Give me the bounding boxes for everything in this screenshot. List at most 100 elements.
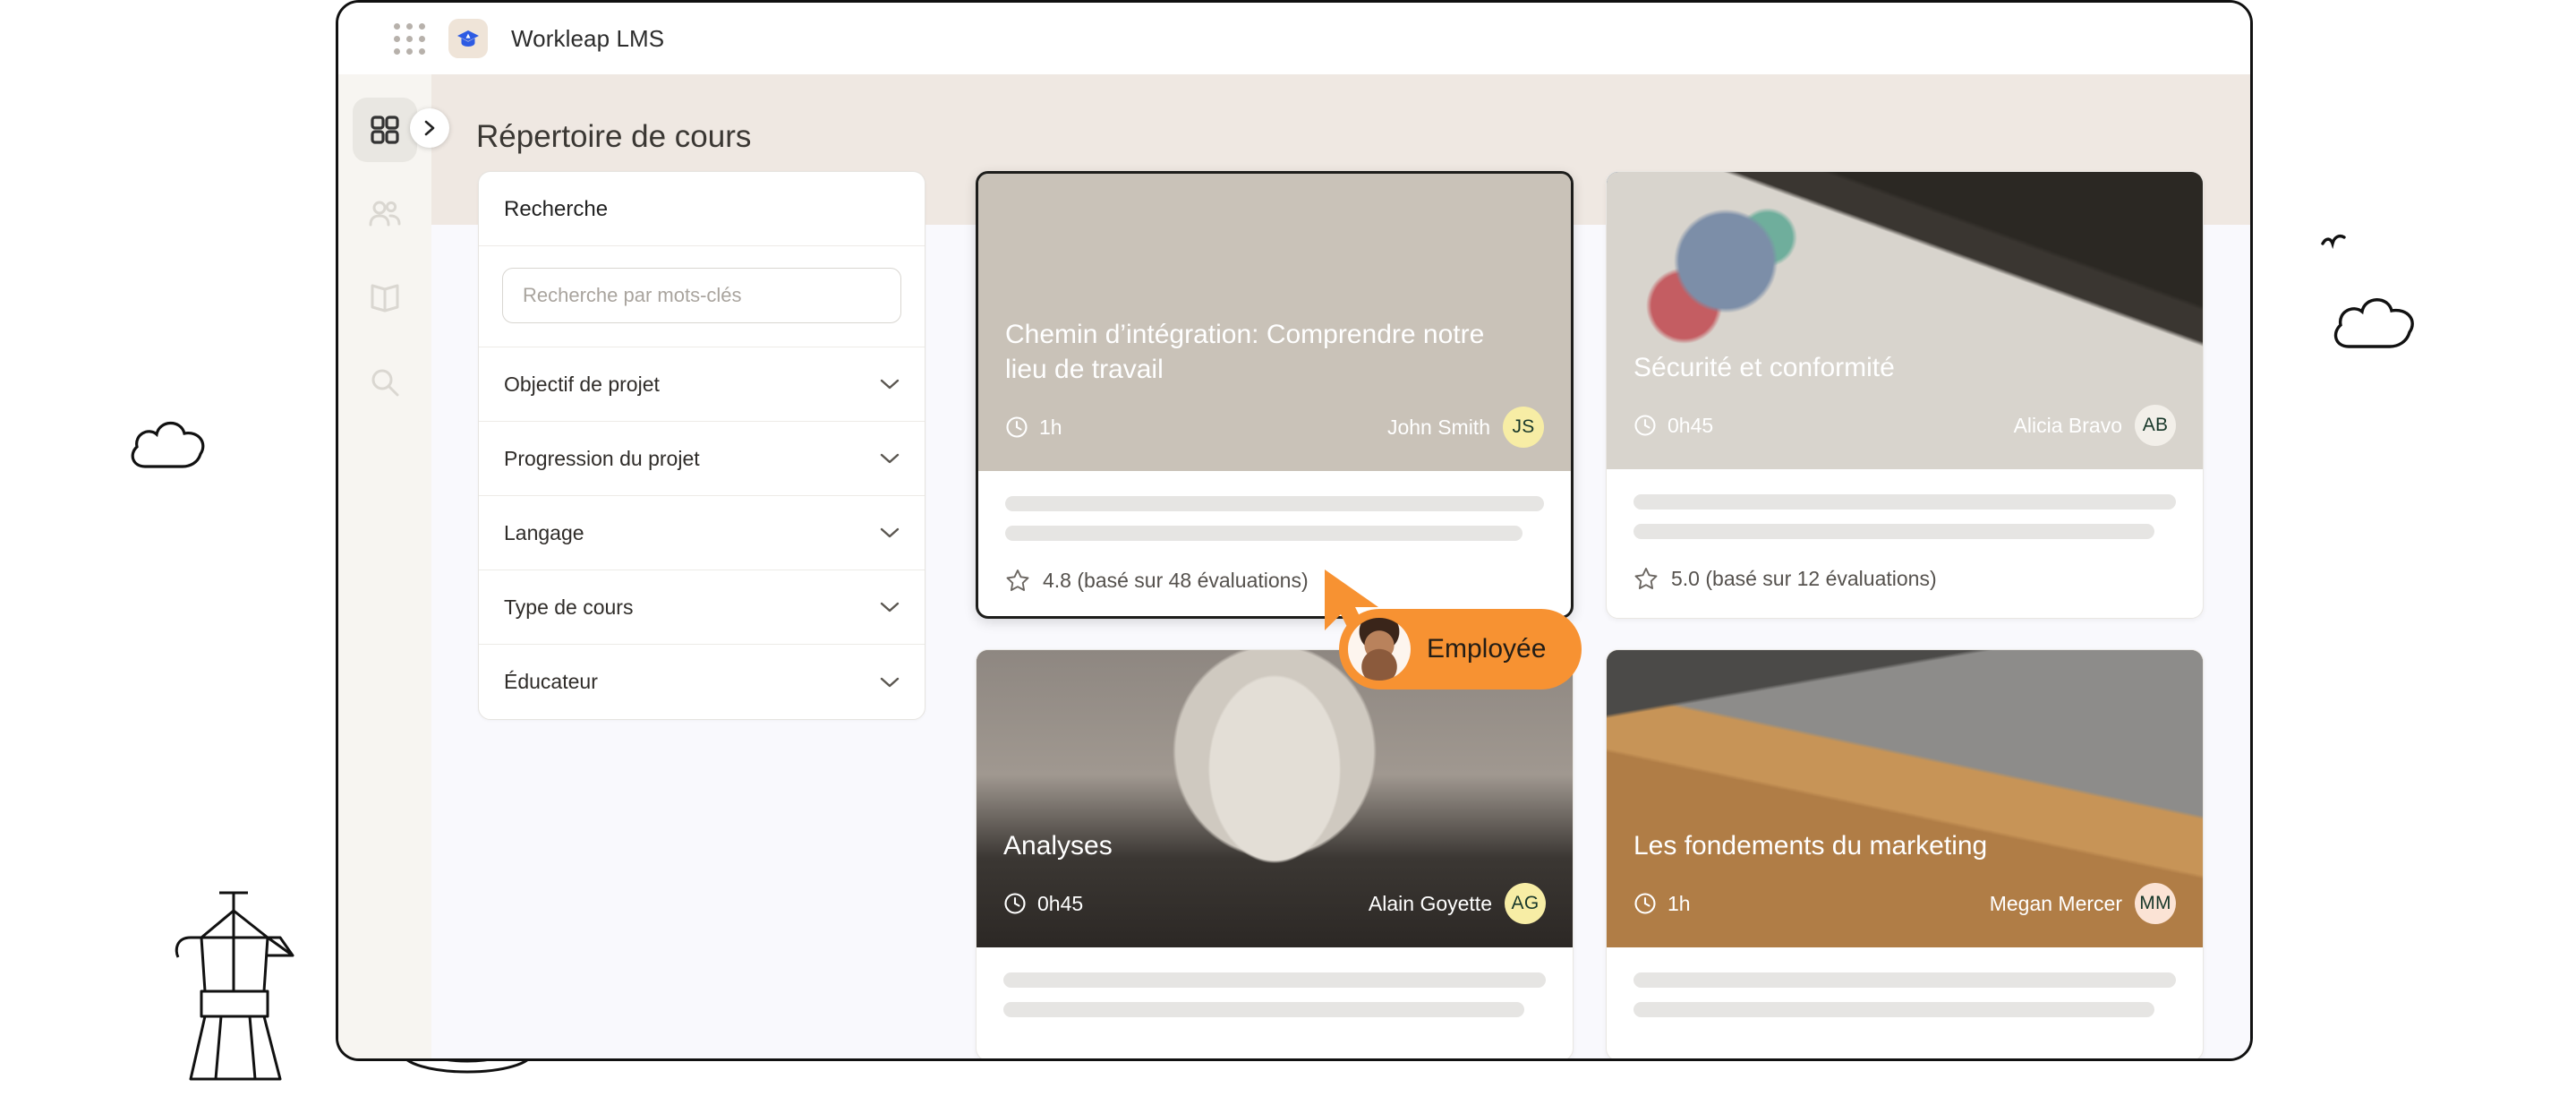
card-media: Les fondements du marketing 1h Megan Mer… xyxy=(1607,650,2203,947)
browser-window: Workleap LMS Répertoire de cours Recherc… xyxy=(336,0,2253,1061)
card-media: Analyses 0h45 Alain Goyette AG xyxy=(977,650,1573,947)
cloud-doodle-left xyxy=(131,421,205,468)
person-photo-avatar xyxy=(1348,618,1411,681)
course-author-name: John Smith xyxy=(1386,415,1490,439)
skeleton-line xyxy=(1633,494,2176,510)
apps-grid-icon[interactable] xyxy=(394,22,425,55)
grid-icon xyxy=(371,116,399,144)
course-title: Chemin d’intégration: Comprendre notre l… xyxy=(1005,320,1485,384)
clock-icon xyxy=(1006,416,1028,438)
course-card[interactable]: Les fondements du marketing 1h Megan Mer… xyxy=(1606,649,2204,1058)
graduation-cap-icon xyxy=(448,19,488,58)
skeleton-line xyxy=(1003,1002,1524,1017)
course-author-name: Alicia Bravo xyxy=(2013,413,2122,437)
course-author: Alicia Bravo AB xyxy=(2014,405,2176,446)
card-meta-row: 1h John Smith JS xyxy=(1005,407,1544,448)
clock-icon xyxy=(1634,415,1656,436)
sidebar-item-search[interactable] xyxy=(353,350,417,415)
filter-panel-title: Recherche xyxy=(479,172,925,246)
cloud-doodle-right xyxy=(2333,298,2414,348)
employee-badge-label: Employée xyxy=(1427,634,1547,664)
course-author-name: Megan Mercer xyxy=(1989,891,2122,915)
filter-label: Type de cours xyxy=(504,595,634,619)
graduation-cap-glyph xyxy=(457,30,479,47)
course-duration-label: 0h45 xyxy=(1037,891,1084,915)
filter-row-type-de-cours[interactable]: Type de cours xyxy=(479,570,925,645)
sidebar-item-library[interactable] xyxy=(353,266,417,330)
filter-label: Progression du projet xyxy=(504,446,700,470)
course-author: Alain Goyette AG xyxy=(1369,883,1546,924)
moka-pot-doodle xyxy=(175,891,294,1081)
skeleton-line xyxy=(1633,972,2176,988)
people-icon xyxy=(369,201,401,227)
screenshot-stage: Workleap LMS Répertoire de cours Recherc… xyxy=(0,0,2576,1105)
sidebar-item-people[interactable] xyxy=(353,182,417,246)
card-body: 4.8 (basé sur 48 évaluations) xyxy=(978,471,1571,616)
card-media: Sécurité et conformité 0h45 Alicia Bravo… xyxy=(1607,172,2203,469)
keyword-search-input[interactable] xyxy=(502,268,901,323)
course-author-name: Alain Goyette xyxy=(1368,891,1492,915)
course-rating-label: 5.0 (basé sur 12 évaluations) xyxy=(1671,566,1937,590)
course-duration: 0h45 xyxy=(1633,414,1713,438)
sidebar-collapse-button[interactable] xyxy=(410,108,449,148)
skeleton-line xyxy=(1005,526,1523,541)
skeleton-line xyxy=(1633,1002,2154,1017)
course-duration: 1h xyxy=(1005,415,1062,440)
filter-panel: Recherche Objectif de projet Progression… xyxy=(478,171,925,720)
clock-icon xyxy=(1634,893,1656,914)
avatar: MM xyxy=(2135,883,2176,924)
chevron-down-icon xyxy=(880,527,900,538)
course-title: Analyses xyxy=(1003,830,1113,861)
filter-row-progression[interactable]: Progression du projet xyxy=(479,422,925,496)
filter-label: Éducateur xyxy=(504,670,598,693)
chevron-down-icon xyxy=(880,453,900,464)
skeleton-line xyxy=(1003,972,1546,988)
course-duration-label: 1h xyxy=(1668,891,1691,915)
app-topbar: Workleap LMS xyxy=(338,3,2250,74)
skeleton-line xyxy=(1005,496,1544,511)
course-rating: 4.8 (basé sur 48 évaluations) xyxy=(1005,568,1544,593)
card-meta-row: 0h45 Alain Goyette AG xyxy=(1003,883,1546,924)
app-body: Répertoire de cours Recherche Objectif d… xyxy=(338,74,2250,1058)
course-rating-label: 4.8 (basé sur 48 évaluations) xyxy=(1043,568,1309,592)
avatar: AG xyxy=(1505,883,1546,924)
card-meta-row: 0h45 Alicia Bravo AB xyxy=(1633,405,2176,446)
chevron-right-icon xyxy=(424,120,435,136)
star-icon xyxy=(1634,568,1658,589)
search-icon xyxy=(371,369,399,397)
course-rating: 5.0 (basé sur 12 évaluations) xyxy=(1633,566,2176,591)
card-meta-row: 1h Megan Mercer MM xyxy=(1633,883,2176,924)
chevron-down-icon xyxy=(880,602,900,612)
card-media: Chemin d’intégration: Comprendre notre l… xyxy=(978,174,1571,471)
brand-title: Workleap LMS xyxy=(511,24,665,52)
clock-icon xyxy=(1004,893,1026,914)
course-duration-label: 0h45 xyxy=(1668,413,1714,437)
employee-badge-pill[interactable]: Employée xyxy=(1339,609,1582,690)
avatar: JS xyxy=(1503,407,1544,448)
chevron-down-icon xyxy=(880,379,900,390)
filter-label: Objectif de projet xyxy=(504,372,660,396)
sidebar-item-dashboard[interactable] xyxy=(353,98,417,162)
course-card[interactable]: Chemin d’intégration: Comprendre notre l… xyxy=(976,171,1574,619)
course-title: Les fondements du marketing xyxy=(1633,830,1988,861)
course-duration: 1h xyxy=(1633,892,1691,916)
card-body xyxy=(977,947,1573,1058)
filter-row-educateur[interactable]: Éducateur xyxy=(479,645,925,719)
chevron-down-icon xyxy=(880,677,900,687)
course-duration-label: 1h xyxy=(1039,415,1062,439)
search-row xyxy=(479,246,925,347)
book-icon xyxy=(371,284,399,313)
sidebar xyxy=(338,74,449,1058)
card-body xyxy=(1607,947,2203,1058)
course-card[interactable]: Analyses 0h45 Alain Goyette AG xyxy=(976,649,1574,1058)
filter-label: Langage xyxy=(504,520,584,544)
course-author: Megan Mercer MM xyxy=(1990,883,2176,924)
course-author: John Smith JS xyxy=(1387,407,1544,448)
filter-row-langage[interactable]: Langage xyxy=(479,496,925,570)
course-card[interactable]: Sécurité et conformité 0h45 Alicia Bravo… xyxy=(1606,171,2204,619)
filter-row-objectif[interactable]: Objectif de projet xyxy=(479,347,925,422)
skeleton-line xyxy=(1633,524,2154,539)
bird-doodle xyxy=(2321,235,2346,250)
course-grid: Chemin d’intégration: Comprendre notre l… xyxy=(976,171,2250,1058)
card-body: 5.0 (basé sur 12 évaluations) xyxy=(1607,469,2203,618)
